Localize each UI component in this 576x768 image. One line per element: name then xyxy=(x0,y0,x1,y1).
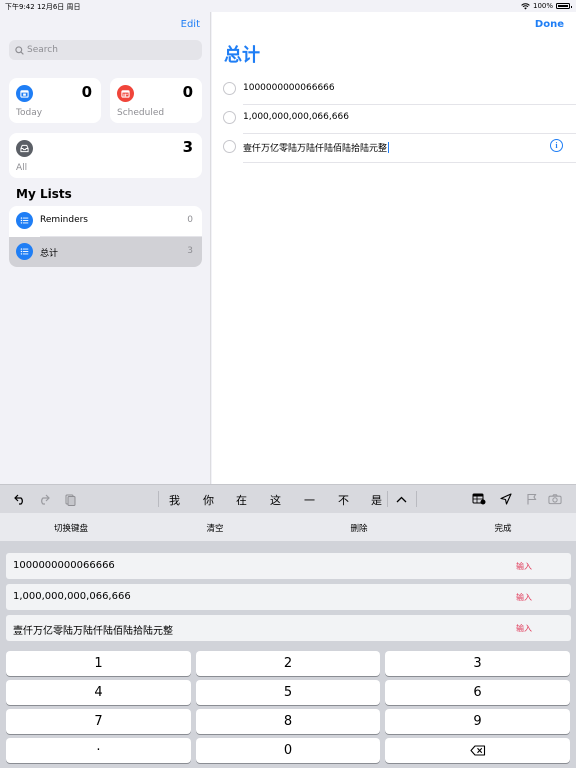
candidate-word[interactable]: 在 xyxy=(236,492,247,508)
camera-icon[interactable] xyxy=(548,492,562,506)
conversion-row[interactable]: 1,000,000,000,066,666 输入 xyxy=(6,584,571,610)
sidebar: Edit Search 0 Today 0 Scheduled 3 All My… xyxy=(0,12,211,484)
status-time-date: 下午9:42 12月6日 周日 xyxy=(5,3,81,11)
key-7[interactable]: 7 xyxy=(6,709,191,734)
edit-button[interactable]: Edit xyxy=(181,19,200,30)
conversion-text: 壹仟万亿零陆万陆仟陆佰陆拾陆元整 xyxy=(13,626,173,637)
done-button[interactable]: Done xyxy=(535,19,564,30)
finish-button[interactable]: 完成 xyxy=(463,522,543,534)
list-name: 总计 xyxy=(40,249,59,259)
numeric-keyboard: 1000000000066666 输入 1,000,000,000,066,66… xyxy=(0,541,576,768)
reminder-text[interactable]: 1000000000066666 xyxy=(243,83,335,93)
all-label: All xyxy=(16,163,28,173)
smart-list-all[interactable]: 3 All xyxy=(9,133,202,178)
complete-checkbox[interactable] xyxy=(223,111,236,124)
key-4[interactable]: 4 xyxy=(6,680,191,705)
today-label: Today xyxy=(16,108,43,118)
candidate-word[interactable]: 我 xyxy=(169,492,180,508)
flag-icon[interactable] xyxy=(524,492,538,506)
clear-button[interactable]: 清空 xyxy=(175,522,255,534)
reminder-text-field[interactable]: 壹仟万亿零陆万陆仟陆佰陆拾陆元整 xyxy=(243,141,390,154)
complete-checkbox[interactable] xyxy=(223,82,236,95)
undo-icon[interactable] xyxy=(13,492,27,506)
reminder-row[interactable]: 1,000,000,000,066,666 xyxy=(212,105,576,134)
today-count: 0 xyxy=(81,83,92,101)
divider xyxy=(387,491,388,507)
key-2[interactable]: 2 xyxy=(196,651,380,676)
conversion-row[interactable]: 壹仟万亿零陆万陆仟陆佰陆拾陆元整 输入 xyxy=(6,615,571,641)
table-icon[interactable] xyxy=(472,492,486,506)
list-icon xyxy=(16,212,33,229)
smart-list-today[interactable]: 0 Today xyxy=(9,78,101,123)
key-0[interactable]: 0 xyxy=(196,738,380,763)
my-lists-title: My Lists xyxy=(16,187,72,201)
sidebar-item-zongji[interactable]: 总计 3 xyxy=(9,237,202,267)
divider xyxy=(158,491,159,507)
input-button[interactable]: 输入 xyxy=(516,623,532,634)
tray-icon xyxy=(16,140,33,157)
conversion-text: 1000000000066666 xyxy=(13,560,115,571)
battery-percent: 100% xyxy=(532,2,553,10)
candidate-word[interactable]: 是 xyxy=(371,492,382,508)
key-1[interactable]: 1 xyxy=(6,651,191,676)
search-icon xyxy=(15,45,24,55)
keyboard-shortcut-bar: 我 你 在 这 一 不 是 xyxy=(0,484,576,513)
complete-checkbox[interactable] xyxy=(223,140,236,153)
reminder-row-editing[interactable]: 壹仟万亿零陆万陆仟陆佰陆拾陆元整 i xyxy=(212,134,576,163)
detail-pane: Done 总计 1000000000066666 1,000,000,000,0… xyxy=(212,12,576,484)
paste-icon[interactable] xyxy=(63,492,77,506)
search-placeholder: Search xyxy=(27,45,58,55)
text-caret xyxy=(388,142,390,153)
info-icon[interactable]: i xyxy=(550,139,563,152)
my-lists: Reminders 0 总计 3 xyxy=(9,206,202,267)
reminder-row[interactable]: 1000000000066666 xyxy=(212,76,576,105)
key-9[interactable]: 9 xyxy=(385,709,570,734)
key-3[interactable]: 3 xyxy=(385,651,570,676)
delete-button[interactable]: 删除 xyxy=(319,522,399,534)
divider xyxy=(416,491,417,507)
reminder-text: 壹仟万亿零陆万陆仟陆佰陆拾陆元整 xyxy=(243,144,388,154)
calendar-icon xyxy=(117,85,134,102)
candidate-word[interactable]: 不 xyxy=(338,492,349,508)
list-name: Reminders xyxy=(40,215,88,225)
battery-icon xyxy=(556,3,572,9)
candidate-word[interactable]: 一 xyxy=(304,492,315,508)
delete-icon xyxy=(469,745,485,756)
location-icon[interactable] xyxy=(499,492,513,506)
divider xyxy=(243,162,576,163)
input-button[interactable]: 输入 xyxy=(516,592,532,603)
key-6[interactable]: 6 xyxy=(385,680,570,705)
key-5[interactable]: 5 xyxy=(196,680,380,705)
switch-keyboard-button[interactable]: 切换键盘 xyxy=(31,522,111,534)
chevron-up-icon[interactable] xyxy=(394,492,408,506)
smart-list-scheduled[interactable]: 0 Scheduled xyxy=(110,78,202,123)
status-bar: 下午9:42 12月6日 周日 100% xyxy=(0,0,576,12)
search-field[interactable]: Search xyxy=(9,40,202,60)
reminder-text[interactable]: 1,000,000,000,066,666 xyxy=(243,112,349,122)
wifi-icon xyxy=(521,2,530,9)
scheduled-label: Scheduled xyxy=(117,108,165,118)
sidebar-item-reminders[interactable]: Reminders 0 xyxy=(9,206,202,236)
conversion-row[interactable]: 1000000000066666 输入 xyxy=(6,553,571,579)
page-title: 总计 xyxy=(224,45,260,66)
all-count: 3 xyxy=(182,138,193,156)
candidate-word[interactable]: 你 xyxy=(203,492,214,508)
redo-icon[interactable] xyxy=(37,492,51,506)
delete-key[interactable] xyxy=(385,738,570,763)
key-dot[interactable]: · xyxy=(6,738,191,763)
status-right: 100% xyxy=(521,2,572,10)
conversion-text: 1,000,000,000,066,666 xyxy=(13,591,131,602)
list-icon xyxy=(16,243,33,260)
scheduled-count: 0 xyxy=(182,83,193,101)
list-count: 3 xyxy=(187,246,193,256)
input-button[interactable]: 输入 xyxy=(516,561,532,572)
candidate-word[interactable]: 这 xyxy=(270,492,281,508)
keyboard-toolbar: 切换键盘 清空 删除 完成 xyxy=(0,513,576,541)
list-count: 0 xyxy=(187,215,193,225)
key-8[interactable]: 8 xyxy=(196,709,380,734)
calendar-today-icon xyxy=(16,85,33,102)
